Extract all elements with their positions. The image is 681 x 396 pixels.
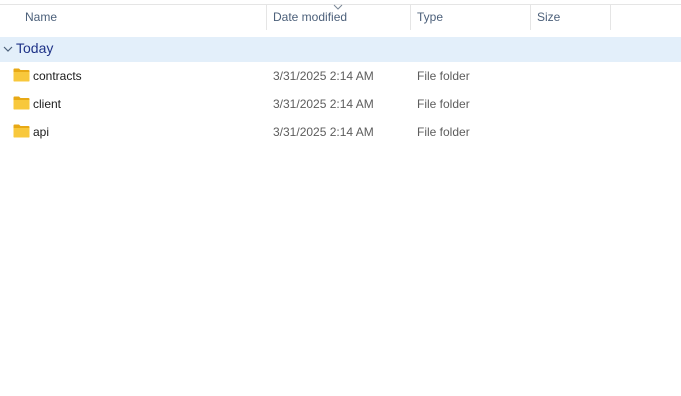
chevron-down-icon[interactable] (2, 43, 14, 55)
file-type: File folder (417, 69, 470, 83)
table-row[interactable]: api 3/31/2025 2:14 AM File folder (0, 119, 681, 145)
file-date-modified: 3/31/2025 2:14 AM (273, 69, 374, 83)
file-type: File folder (417, 97, 470, 111)
file-name: client (33, 97, 62, 111)
file-name: contracts (33, 69, 82, 83)
table-row[interactable]: contracts 3/31/2025 2:14 AM File folder (0, 63, 681, 89)
group-header-today[interactable]: Today (0, 37, 681, 62)
folder-icon (13, 68, 30, 82)
sort-descending-icon (333, 4, 343, 10)
column-divider[interactable] (610, 5, 611, 30)
column-header-name[interactable]: Name (18, 5, 267, 30)
file-name: api (33, 125, 50, 139)
file-type: File folder (417, 125, 470, 139)
file-date-modified: 3/31/2025 2:14 AM (273, 125, 374, 139)
folder-icon (13, 124, 30, 138)
file-list-view: Name Date modified Type Size Today contr… (0, 0, 681, 396)
table-row[interactable]: client 3/31/2025 2:14 AM File folder (0, 91, 681, 117)
group-label: Today (16, 40, 54, 56)
column-header-bar: Name Date modified Type Size (0, 4, 681, 30)
column-header-type[interactable]: Type (410, 5, 531, 30)
column-header-size[interactable]: Size (530, 5, 611, 30)
folder-icon (13, 96, 30, 110)
file-date-modified: 3/31/2025 2:14 AM (273, 97, 374, 111)
